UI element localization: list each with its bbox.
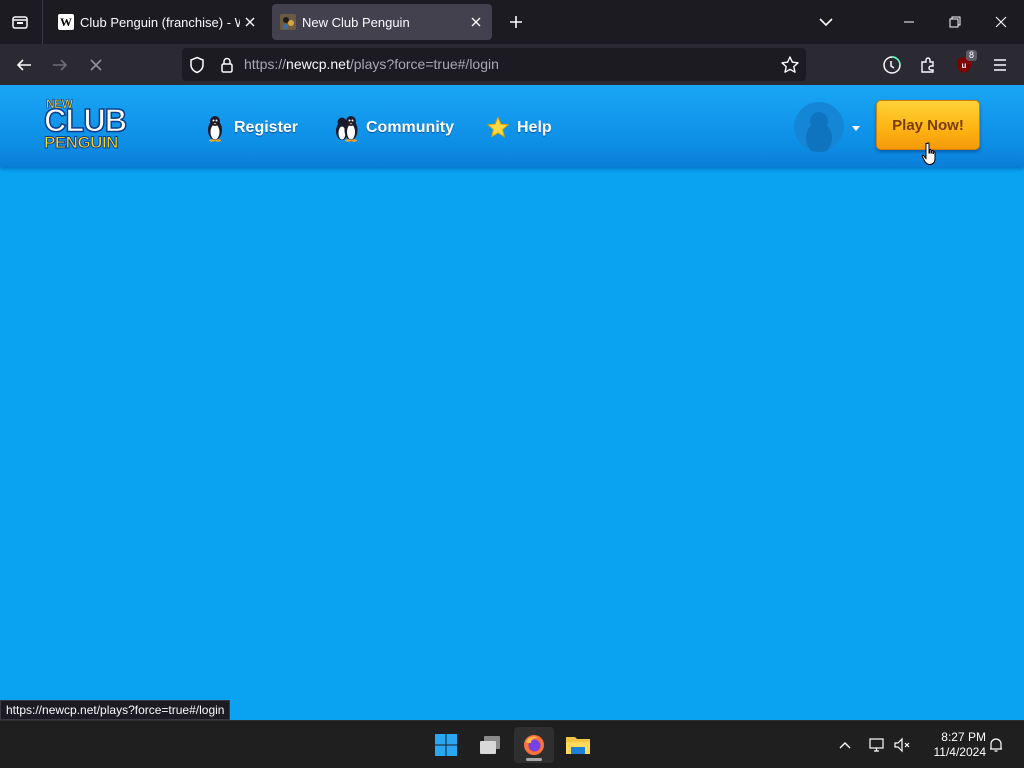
avatar-silhouette-icon	[806, 112, 832, 152]
tab-title: Club Penguin (franchise) - Wiki	[80, 14, 240, 30]
start-button[interactable]	[426, 727, 466, 763]
chevron-up-icon	[839, 742, 851, 749]
close-window-button[interactable]	[978, 0, 1024, 44]
user-avatar[interactable]	[794, 102, 844, 152]
arrow-left-icon	[16, 59, 31, 71]
back-button[interactable]	[9, 50, 39, 80]
firefox-view-button[interactable]	[6, 8, 34, 36]
nav-help-link[interactable]: Help	[485, 114, 552, 142]
restore-icon	[949, 16, 961, 28]
lock-icon[interactable]	[218, 56, 236, 74]
firefox-icon	[524, 735, 544, 755]
tab-wikipedia[interactable]: W Club Penguin (franchise) - Wiki	[50, 4, 266, 40]
forward-button[interactable]	[45, 50, 75, 80]
clock-time: 8:27 PM	[941, 730, 986, 744]
url-text[interactable]: https://newcp.net/plays?force=true#/logi…	[244, 56, 499, 72]
avatar-dropdown-caret-icon[interactable]	[852, 126, 860, 132]
stop-icon	[90, 59, 102, 71]
logo-text-penguin: PENGUIN	[44, 133, 119, 152]
svg-text:u: u	[962, 61, 967, 70]
arrow-right-icon	[53, 59, 68, 71]
navigation-toolbar: https://newcp.net/plays?force=true#/logi…	[0, 44, 1024, 85]
penguins-group-icon	[334, 114, 360, 142]
taskbar-firefox[interactable]	[514, 727, 554, 763]
chevron-down-icon	[819, 18, 833, 27]
firefox-view-icon	[12, 16, 28, 29]
url-scheme: https://	[244, 56, 287, 72]
app-menu-button[interactable]	[985, 50, 1015, 80]
close-icon	[995, 16, 1007, 28]
minimize-button[interactable]	[886, 0, 932, 44]
link-status-tooltip: https://newcp.net/plays?force=true#/logi…	[0, 700, 231, 720]
windows-logo-icon	[435, 734, 457, 756]
plus-icon	[510, 16, 522, 28]
close-tab-button[interactable]	[466, 12, 486, 32]
show-hidden-icons-button[interactable]	[833, 729, 857, 761]
sync-account-icon	[883, 56, 901, 74]
active-app-indicator	[526, 758, 542, 761]
taskbar-file-explorer[interactable]	[558, 727, 598, 763]
new-club-penguin-icon	[280, 14, 296, 30]
hamburger-menu-icon	[994, 59, 1006, 71]
bell-icon	[990, 738, 1002, 752]
close-tab-button[interactable]	[240, 12, 260, 32]
system-clock[interactable]: 8:27 PM 11/4/2024	[920, 730, 987, 760]
nav-register-link[interactable]: Register	[202, 114, 298, 142]
puzzle-icon	[921, 57, 934, 73]
stop-loading-button[interactable]	[81, 50, 111, 80]
folder-icon	[566, 737, 590, 754]
close-icon	[471, 17, 481, 27]
extension-badge-count: 8	[965, 50, 977, 61]
volume-button[interactable]	[890, 729, 914, 761]
star-icon	[485, 114, 511, 142]
penguin-icon	[202, 114, 228, 142]
bookmark-star-icon[interactable]	[780, 55, 800, 75]
speaker-muted-icon	[894, 737, 910, 753]
network-icon	[869, 738, 884, 752]
tab-new-club-penguin[interactable]: New Club Penguin	[272, 4, 492, 40]
restore-button[interactable]	[932, 0, 978, 44]
address-bar[interactable]: https://newcp.net/plays?force=true#/logi…	[182, 48, 806, 81]
tab-title: New Club Penguin	[302, 14, 410, 30]
task-view-button[interactable]	[470, 727, 510, 763]
task-view-icon	[480, 736, 500, 754]
list-all-tabs-button[interactable]	[812, 8, 840, 36]
clock-date: 11/4/2024	[933, 745, 987, 759]
network-status-button[interactable]	[865, 729, 889, 761]
notifications-button[interactable]	[984, 729, 1008, 761]
minimize-icon	[904, 21, 914, 23]
nav-community-link[interactable]: Community	[334, 114, 454, 142]
close-icon	[245, 17, 255, 27]
wikipedia-icon: W	[58, 14, 74, 30]
ublock-origin-button[interactable]: u 8	[949, 50, 979, 80]
hand-pointer-cursor-icon	[921, 142, 936, 166]
nav-register-label: Register	[234, 119, 299, 136]
nav-community-label: Community	[366, 119, 454, 136]
account-button[interactable]	[877, 50, 907, 80]
extensions-button[interactable]	[913, 50, 943, 80]
shield-icon[interactable]	[188, 56, 206, 74]
nav-help-label: Help	[517, 119, 552, 136]
tab-bar: W Club Penguin (franchise) - Wiki New Cl…	[0, 0, 1024, 44]
new-club-penguin-logo[interactable]: NEW CLUB PENGUIN	[42, 97, 162, 155]
windows-taskbar: 8:27 PM 11/4/2024	[0, 720, 1024, 768]
new-tab-button[interactable]	[502, 8, 530, 36]
url-path: /plays?force=true#/login	[349, 56, 499, 72]
url-host: newcp.net	[286, 56, 350, 72]
tab-separator	[42, 0, 43, 44]
